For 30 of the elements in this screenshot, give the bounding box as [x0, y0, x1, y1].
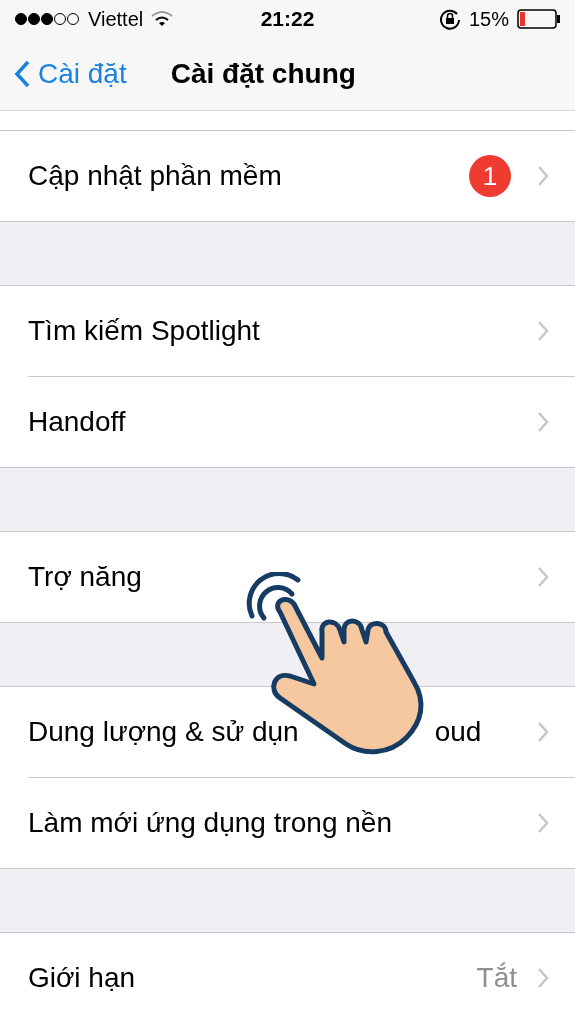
rotation-lock-icon	[438, 8, 461, 30]
row-label: Trợ năng	[28, 561, 142, 593]
chevron-icon	[537, 411, 549, 433]
row-label: Handoff	[28, 406, 126, 438]
notification-badge: 1	[469, 155, 511, 197]
chevron-icon	[537, 566, 549, 588]
chevron-icon	[537, 812, 549, 834]
page-title: Cài đặt chung	[170, 58, 356, 90]
row-label: oud	[434, 716, 482, 748]
battery-icon	[517, 9, 561, 29]
row-label: Dung lượng & sử dụn	[28, 716, 299, 748]
chevron-icon	[537, 967, 549, 989]
settings-row[interactable]: Làm mới ứng dụng trong nền	[28, 778, 575, 868]
carrier-name: Viettel	[88, 7, 144, 31]
row-label: Làm mới ứng dụng trong nền	[28, 807, 392, 839]
row-label: Giới hạn	[28, 962, 136, 994]
battery-percent: 15%	[468, 7, 509, 31]
row-label: Tìm kiếm Spotlight	[28, 315, 260, 347]
row-value: Tắt	[476, 962, 517, 994]
wifi-icon	[151, 11, 174, 27]
clock-time: 21:22	[260, 7, 315, 31]
back-chevron-icon	[14, 60, 30, 88]
settings-row[interactable]: Handoff	[28, 377, 575, 467]
back-button[interactable]: Cài đặt	[14, 58, 127, 90]
signal-icon	[14, 12, 80, 26]
settings-row[interactable]: Tìm kiếm Spotlight	[28, 286, 575, 377]
chevron-icon	[537, 165, 549, 187]
chevron-icon	[537, 721, 549, 743]
chevron-icon	[537, 320, 549, 342]
row-label: Cập nhật phần mềm	[28, 160, 282, 192]
